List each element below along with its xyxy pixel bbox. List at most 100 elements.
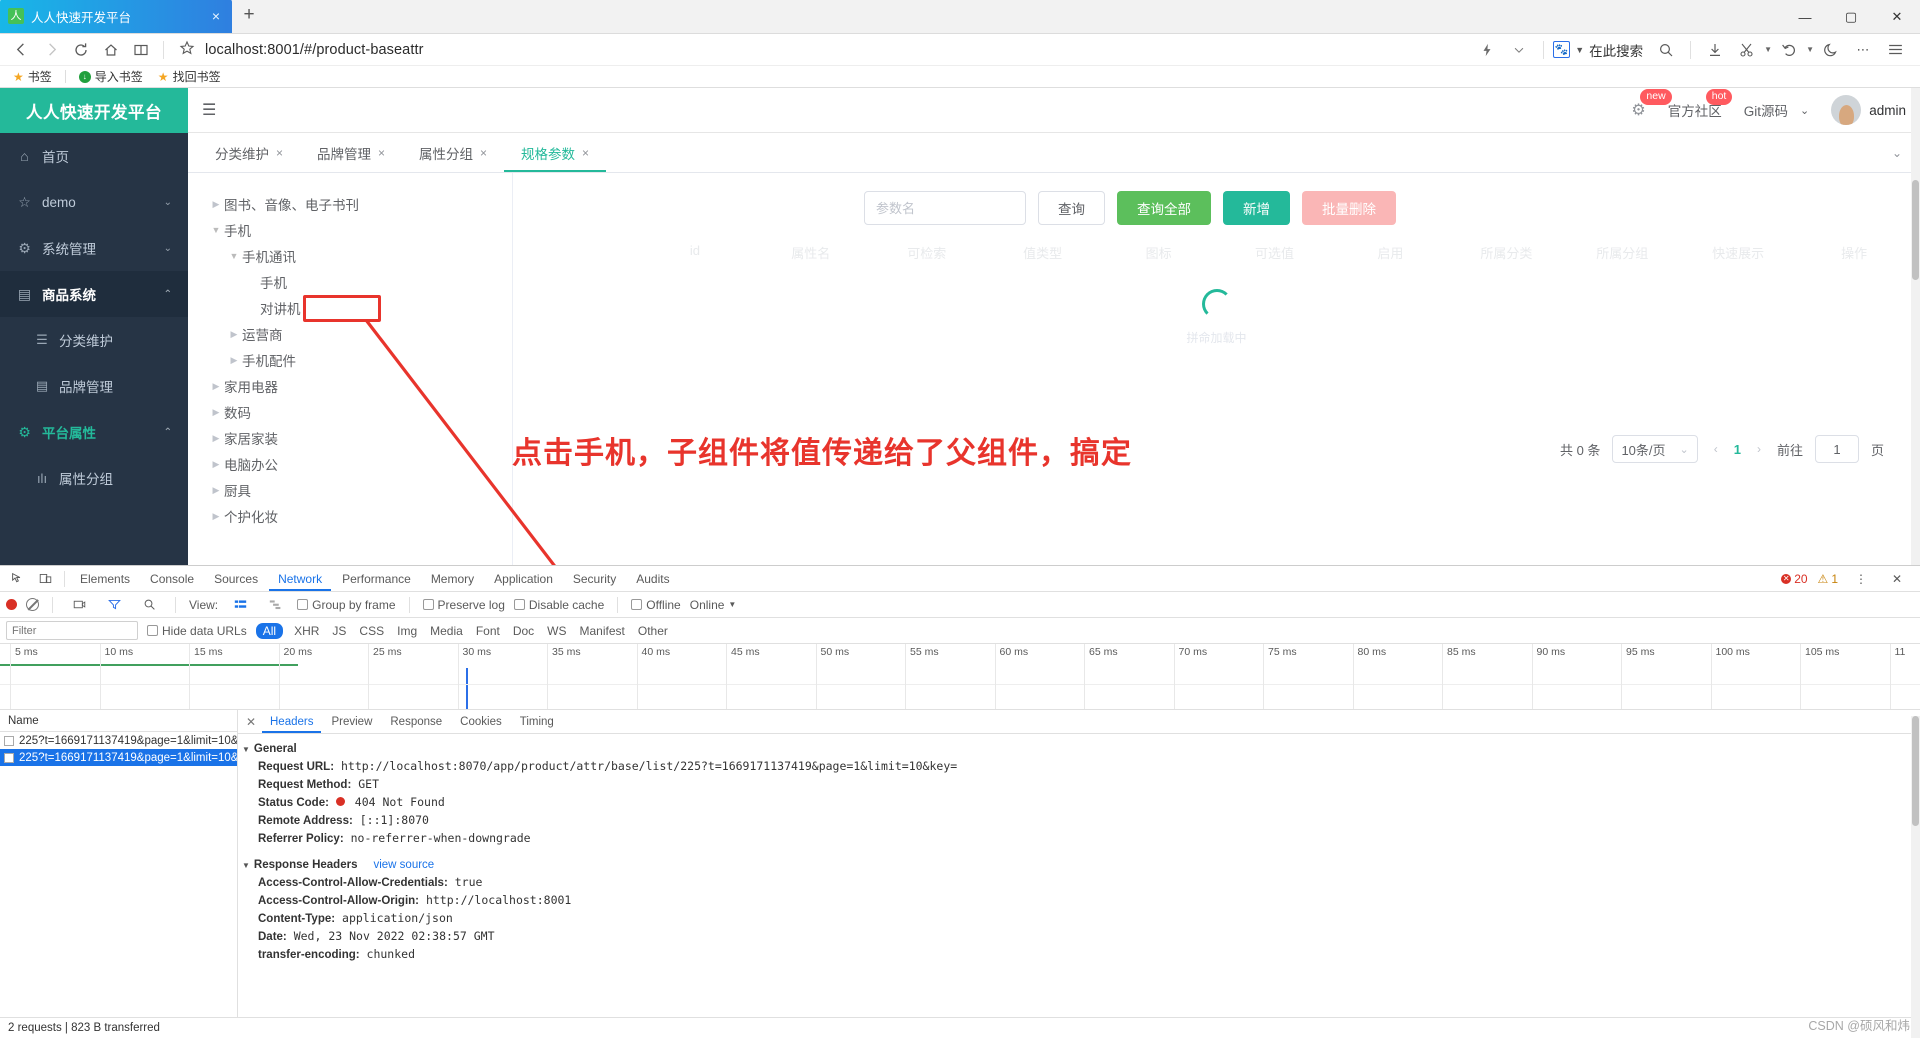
new-tab-button[interactable]: + (232, 0, 266, 33)
waterfall-view-icon[interactable] (262, 593, 288, 617)
sidebar-item-product[interactable]: ▤ 商品系统 ⌃ (0, 271, 188, 317)
more-options-icon[interactable]: ⋯ (1848, 35, 1878, 65)
filter-type-all[interactable]: All (255, 622, 284, 639)
add-button[interactable]: 新增 (1223, 191, 1290, 225)
bookmark-star-icon[interactable] (179, 40, 195, 59)
caret-right-icon[interactable]: ▶ (208, 511, 224, 522)
hide-data-urls-checkbox[interactable]: Hide data URLs (147, 624, 247, 638)
devtools-more-icon[interactable]: ⋮ (1848, 567, 1874, 591)
caret-right-icon[interactable]: ▶ (208, 199, 224, 210)
capture-screenshots-icon[interactable] (66, 593, 92, 617)
record-icon[interactable] (6, 599, 17, 610)
filter-type-other[interactable]: Other (636, 624, 670, 638)
tab-spec-params[interactable]: 规格参数 × (504, 133, 606, 172)
search-icon[interactable] (136, 593, 162, 617)
pagination-goto-input[interactable] (1814, 435, 1859, 463)
devtools-scrollbar[interactable] (1911, 716, 1920, 1038)
tree-node[interactable]: 对讲机 (188, 295, 512, 321)
device-toolbar-icon[interactable] (32, 567, 58, 591)
filter-type-doc[interactable]: Doc (511, 624, 536, 638)
tree-node[interactable]: ▼ 手机通讯 (188, 243, 512, 269)
filter-type-js[interactable]: JS (330, 624, 348, 638)
search-input[interactable] (864, 191, 1026, 225)
devtools-tab-memory[interactable]: Memory (422, 567, 483, 591)
request-row-selected[interactable]: 225?t=1669171137419&page=1&limit=10&key= (0, 749, 237, 766)
filter-type-img[interactable]: Img (395, 624, 419, 638)
back-icon[interactable] (6, 35, 36, 65)
network-filter-input[interactable] (6, 621, 138, 640)
filter-type-media[interactable]: Media (428, 624, 465, 638)
query-all-button[interactable]: 查询全部 (1117, 191, 1211, 225)
sidebar-item-platform-attr[interactable]: ⚙ 平台属性 ⌃ (0, 409, 188, 455)
browser-tab[interactable]: 人 人人快速开发平台 × (0, 0, 232, 33)
page-scrollbar-thumb[interactable] (1912, 180, 1919, 280)
close-icon[interactable]: × (582, 146, 589, 160)
git-source-menu[interactable]: Git源码 ⌄ (1744, 100, 1809, 120)
tree-node[interactable]: ▶ 厨具 (188, 477, 512, 503)
request-row[interactable]: 225?t=1669171137419&page=1&limit=10&key= (0, 732, 237, 749)
detail-tab-headers[interactable]: Headers (262, 710, 321, 733)
caret-right-icon[interactable]: ▶ (226, 355, 242, 366)
address-bar[interactable]: localhost:8001/#/product-baseattr (171, 37, 1472, 63)
filter-type-css[interactable]: CSS (357, 624, 386, 638)
devtools-tab-audits[interactable]: Audits (627, 567, 678, 591)
night-mode-moon-icon[interactable] (1816, 35, 1846, 65)
group-by-frame-checkbox[interactable]: Group by frame (297, 598, 396, 612)
caret-right-icon[interactable]: ▶ (208, 485, 224, 496)
warning-count[interactable]: ⚠ 1 (1818, 572, 1838, 586)
history-caret-icon[interactable]: ▼ (1806, 45, 1814, 54)
close-icon[interactable]: × (378, 146, 385, 160)
list-view-icon[interactable] (227, 593, 253, 617)
sidebar-item-brand[interactable]: ▤ 品牌管理 (0, 363, 188, 409)
close-icon[interactable]: × (480, 146, 487, 160)
search-icon[interactable] (1651, 35, 1681, 65)
devtools-tab-application[interactable]: Application (485, 567, 562, 591)
devtools-tab-console[interactable]: Console (141, 567, 203, 591)
sidebar-item-attr-group[interactable]: ılı 属性分组 (0, 455, 188, 501)
pagination-page-1[interactable]: 1 (1734, 442, 1741, 457)
sidebar-toggle-icon[interactable]: ☰ (202, 100, 226, 120)
tree-node[interactable]: ▶ 手机配件 (188, 347, 512, 373)
detail-tab-response[interactable]: Response (382, 710, 450, 733)
bookmark-item[interactable]: ★ 书签 (8, 68, 57, 85)
general-section-header[interactable]: ▼ General (242, 743, 1920, 755)
filter-type-xhr[interactable]: XHR (292, 624, 321, 638)
caret-down-icon[interactable]: ▼ (226, 251, 242, 261)
devtools-tab-network[interactable]: Network (269, 567, 331, 591)
detail-tab-preview[interactable]: Preview (323, 710, 380, 733)
filter-icon[interactable] (101, 593, 127, 617)
user-menu[interactable]: admin (1831, 95, 1906, 125)
tree-node[interactable]: ▶ 电脑办公 (188, 451, 512, 477)
tree-node[interactable]: ▼ 手机 (188, 217, 512, 243)
caret-down-icon[interactable]: ▼ (208, 225, 224, 235)
batch-delete-button[interactable]: 批量删除 (1302, 191, 1396, 225)
devtools-tab-security[interactable]: Security (564, 567, 625, 591)
history-undo-icon[interactable] (1774, 35, 1804, 65)
sidebar-item-home[interactable]: ⌂ 首页 (0, 133, 188, 179)
tree-node[interactable]: ▶ 家用电器 (188, 373, 512, 399)
tree-node[interactable]: ▶ 个护化妆 (188, 503, 512, 529)
window-minimize-button[interactable]: — (1782, 0, 1828, 34)
browser-tab-close-icon[interactable]: × (208, 8, 224, 24)
devtools-tab-elements[interactable]: Elements (71, 567, 139, 591)
window-close-button[interactable]: ✕ (1874, 0, 1920, 34)
bookmark-item[interactable]: ↓ 导入书签 (74, 68, 148, 85)
devtools-tab-sources[interactable]: Sources (205, 567, 267, 591)
pagination-next-button[interactable]: › (1753, 442, 1765, 456)
search-engine-caret-icon[interactable]: ▼ (1575, 45, 1584, 55)
window-maximize-button[interactable]: ▢ (1828, 0, 1874, 34)
sidebar-item-system[interactable]: ⚙ 系统管理 ⌄ (0, 225, 188, 271)
main-menu-icon[interactable] (1880, 35, 1910, 65)
inspect-element-icon[interactable] (4, 567, 30, 591)
tree-node-selected[interactable]: 手机 (188, 269, 512, 295)
reading-mode-icon[interactable] (126, 35, 156, 65)
reload-icon[interactable] (66, 35, 96, 65)
close-icon[interactable]: × (276, 146, 283, 160)
caret-right-icon[interactable]: ▶ (208, 459, 224, 470)
site-search[interactable]: 🐾 ▼ 在此搜索 (1553, 40, 1643, 60)
filter-type-font[interactable]: Font (474, 624, 502, 638)
caret-right-icon[interactable]: ▶ (208, 433, 224, 444)
disable-cache-checkbox[interactable]: Disable cache (513, 598, 604, 612)
home-icon[interactable] (96, 35, 126, 65)
tab-category[interactable]: 分类维护 × (198, 133, 300, 172)
